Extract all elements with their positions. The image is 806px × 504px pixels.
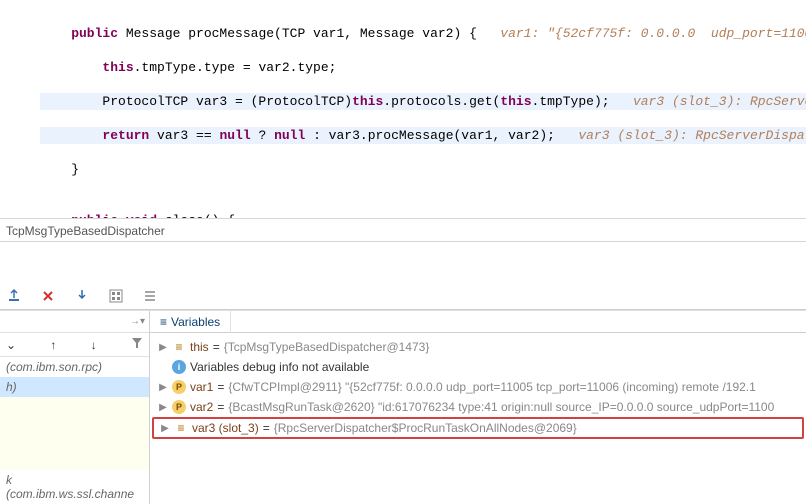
filter-icon[interactable] [131, 337, 143, 352]
debug-lower-split: →▾ ⌄ ↑ ↓ (com.ibm.son.rpc) h) k (com.ibm… [0, 310, 806, 504]
stack-item[interactable]: (com.ibm.son.rpc) [0, 357, 149, 377]
layout-icon[interactable] [108, 288, 124, 304]
stack-frame-bar[interactable]: TcpMsgTypeBasedDispatcher [0, 218, 806, 242]
expand-icon[interactable]: ▶ [158, 402, 168, 413]
stack-item[interactable]: k (com.ibm.ws.ssl.channe [0, 470, 149, 504]
var-row-var3-highlight[interactable]: ▶ ≡ var3 (slot_3) = {RpcServerDispatcher… [152, 417, 804, 439]
variables-panel: ≡ Variables ▶ ≡ this = {TcpMsgTypeBasedD… [150, 311, 806, 504]
info-icon: i [172, 360, 186, 374]
burger-icon: ≡ [160, 311, 167, 333]
down-arrow-icon[interactable]: ↓ [91, 338, 97, 352]
var-row-var2[interactable]: ▶ P var2 = {BcastMsgRunTask@2620} "id:61… [152, 397, 804, 417]
var-row-this[interactable]: ▶ ≡ this = {TcpMsgTypeBasedDispatcher@14… [152, 337, 804, 357]
tab-variables[interactable]: ≡ Variables [150, 311, 231, 333]
object-icon: ≡ [174, 421, 188, 435]
menu-arrow-icon[interactable]: →▾ [130, 316, 145, 327]
param-icon: P [172, 400, 186, 414]
export-icon[interactable] [6, 288, 22, 304]
up-arrow-icon[interactable]: ↑ [50, 338, 56, 352]
code-line-highlight: return var3 == null ? null : var3.procMe… [40, 127, 806, 144]
code-editor[interactable]: public Message procMessage(TCP var1, Mes… [0, 0, 806, 218]
thread-filter-row: ⌄ ↑ ↓ [0, 333, 149, 357]
expand-icon[interactable]: ▶ [158, 342, 168, 353]
stack-item-selected[interactable]: h) [0, 377, 149, 397]
var-row-var1[interactable]: ▶ P var1 = {CfwTCPImpl@2911} "{52cf775f:… [152, 377, 804, 397]
expand-icon[interactable]: ▶ [160, 423, 170, 434]
expand-icon[interactable]: ▶ [158, 382, 168, 393]
object-icon: ≡ [172, 340, 186, 354]
step-into-icon[interactable] [74, 288, 90, 304]
code-line-highlight: ProtocolTCP var3 = (ProtocolTCP)this.pro… [40, 93, 806, 110]
code-line: this.tmpType.type = var2.type; [40, 59, 806, 76]
dropdown-icon[interactable]: ⌄ [6, 338, 16, 352]
param-icon: P [172, 380, 186, 394]
stack-spacer [0, 397, 149, 470]
close-x-icon[interactable] [40, 288, 56, 304]
thread-list-panel: →▾ ⌄ ↑ ↓ (com.ibm.son.rpc) h) k (com.ibm… [0, 311, 150, 504]
threads-icon[interactable] [142, 288, 158, 304]
spacer [0, 242, 806, 282]
variables-list: ▶ ≡ this = {TcpMsgTypeBasedDispatcher@14… [150, 333, 806, 443]
code-line: public Message procMessage(TCP var1, Mes… [40, 25, 806, 42]
thread-list-header: →▾ [0, 311, 149, 333]
code-line: } [40, 161, 806, 178]
debug-toolbar [0, 282, 806, 310]
var-row-info: i Variables debug info not available [152, 357, 804, 377]
stack-label: TcpMsgTypeBasedDispatcher [6, 224, 165, 238]
tab-bar: ≡ Variables [150, 311, 806, 333]
